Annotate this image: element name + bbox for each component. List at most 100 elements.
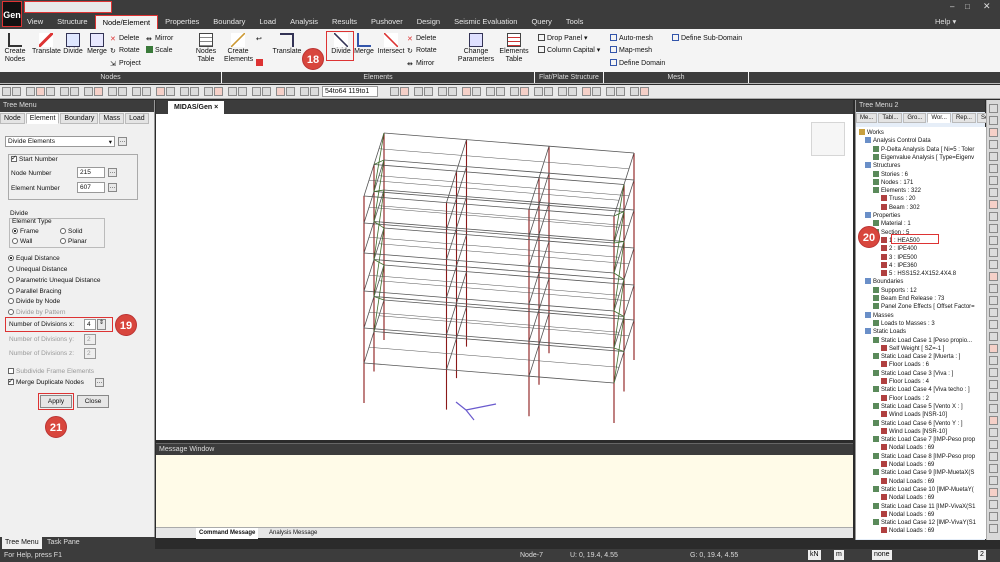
toolbar-button[interactable] xyxy=(60,87,69,96)
menu-tools[interactable]: Tools xyxy=(559,15,591,29)
frame-radio[interactable]: Frame xyxy=(12,228,39,235)
filter-select[interactable]: none xyxy=(872,550,892,560)
toolbar-button[interactable] xyxy=(424,87,433,96)
tree-item[interactable]: Loads to Masses : 3 xyxy=(873,319,935,327)
tree-item[interactable]: Beam : 302 xyxy=(881,203,920,211)
rotate-nodes-button[interactable]: ↻ Rotate xyxy=(110,46,140,55)
vertical-toolbar-button[interactable] xyxy=(989,176,998,185)
vertical-toolbar-button[interactable] xyxy=(989,104,998,113)
beam-element[interactable] xyxy=(538,177,625,185)
toolbar-button[interactable] xyxy=(462,87,471,96)
tree-item[interactable]: Static Load Case 5 [Vento X : ] xyxy=(873,402,963,410)
secondary-beam[interactable] xyxy=(451,318,535,326)
secondary-beam[interactable] xyxy=(461,322,545,330)
tree-item[interactable]: Boundaries xyxy=(865,278,903,285)
toolbar-button[interactable] xyxy=(390,87,399,96)
divisions-x-spinner[interactable]: ⇕ xyxy=(97,319,106,330)
parametric-distance-radio[interactable]: Parametric Unequal Distance xyxy=(8,277,101,284)
vertical-toolbar-button[interactable] xyxy=(989,188,998,197)
vertical-toolbar-button[interactable] xyxy=(989,392,998,401)
tab-load[interactable]: Load xyxy=(125,113,149,124)
tree-item[interactable]: Static Load Case 2 [Muerta : ] xyxy=(873,353,960,360)
create-elements-button[interactable]: Create Elements xyxy=(224,33,253,64)
axis-x-icon[interactable] xyxy=(465,403,497,411)
model-viewport[interactable] xyxy=(156,100,853,440)
beam-element[interactable] xyxy=(548,172,635,181)
beam-element[interactable] xyxy=(383,227,467,235)
drop-panel-button[interactable]: Drop Panel ▾ xyxy=(538,34,588,43)
secondary-beam[interactable] xyxy=(461,250,545,258)
beam-element[interactable] xyxy=(373,164,457,172)
beam-element[interactable] xyxy=(363,362,447,370)
tree-item[interactable]: Analysis Control Data xyxy=(865,137,931,144)
translate-nodes-button[interactable]: Translate xyxy=(32,33,61,56)
tree-item[interactable]: Static Loads xyxy=(865,328,906,335)
rotate-elements-button[interactable]: ↻ Rotate xyxy=(407,46,437,55)
define-domain-button[interactable]: Define Domain xyxy=(610,59,665,68)
vertical-toolbar-button[interactable] xyxy=(989,236,998,245)
tab-menu[interactable]: Me... xyxy=(856,113,878,123)
beam-element[interactable] xyxy=(548,145,635,154)
force-unit-select[interactable]: kN xyxy=(808,550,821,560)
toolbar-button[interactable] xyxy=(558,87,567,96)
brace-element[interactable] xyxy=(373,264,385,332)
tree-item[interactable]: Material : 1 xyxy=(873,220,911,227)
merge-elements-button[interactable]: Merge xyxy=(352,33,376,56)
tree-item[interactable]: Static Load Case 11 [IMP-VivaX(S1 xyxy=(873,502,976,510)
toolbar-button[interactable] xyxy=(414,87,423,96)
map-mesh-button[interactable]: Map-mesh xyxy=(610,46,652,55)
toolbar-button[interactable] xyxy=(252,87,261,96)
vertical-toolbar-button[interactable] xyxy=(989,296,998,305)
divisions-x-input[interactable]: 4 xyxy=(84,319,96,330)
secondary-beam[interactable] xyxy=(378,148,462,156)
element-number-input[interactable]: 607 xyxy=(77,182,105,193)
beam-element[interactable] xyxy=(528,265,615,274)
tab-reports[interactable]: Rep... xyxy=(951,113,976,123)
intersect-button[interactable]: Intersect xyxy=(376,33,406,56)
merge-options-button[interactable]: … xyxy=(95,378,104,387)
toolbar-button[interactable] xyxy=(108,87,117,96)
beam-element[interactable] xyxy=(383,159,467,167)
menu-query[interactable]: Query xyxy=(524,15,558,29)
tab-works[interactable]: Wor... xyxy=(927,113,951,123)
delete-elements-button[interactable]: ✕ Delete xyxy=(407,34,436,43)
parallel-bracing-radio[interactable]: Parallel Bracing xyxy=(8,288,62,295)
beam-element[interactable] xyxy=(446,202,530,210)
menu-results[interactable]: Results xyxy=(325,15,364,29)
column-capital-button[interactable]: Column Capital ▾ xyxy=(538,46,600,55)
tree-item[interactable]: Static Load Case 7 [IMP-Peso prop xyxy=(873,436,975,443)
brace-element[interactable] xyxy=(613,316,625,384)
vertical-toolbar-button[interactable] xyxy=(989,452,998,461)
tree-item[interactable]: Structures xyxy=(865,162,900,169)
vertical-toolbar-button[interactable] xyxy=(989,272,998,281)
tree-item[interactable]: Masses xyxy=(865,311,894,319)
toolbar-button[interactable] xyxy=(166,87,175,96)
unequal-distance-radio[interactable]: Unequal Distance xyxy=(8,266,67,273)
toolbar-button[interactable] xyxy=(472,87,481,96)
brace-element[interactable] xyxy=(613,279,625,349)
toolbar-button[interactable] xyxy=(310,87,319,96)
node-number-button[interactable]: … xyxy=(108,168,117,177)
view-cube[interactable] xyxy=(811,122,845,156)
vertical-toolbar-button[interactable] xyxy=(989,512,998,521)
menu-node-element[interactable]: Node/Element xyxy=(94,15,159,29)
toolbar-button[interactable] xyxy=(190,87,199,96)
vertical-toolbar-button[interactable] xyxy=(989,356,998,365)
toolbar-button[interactable] xyxy=(520,87,529,96)
tree-item[interactable]: Elements : 322 xyxy=(873,187,921,194)
tree-item[interactable]: Supports : 12 xyxy=(873,286,917,294)
vertical-toolbar-button[interactable] xyxy=(989,344,998,353)
tree-item[interactable]: Nodal Loads : 69 xyxy=(881,510,934,518)
nodes-table-button[interactable]: Nodes Table xyxy=(194,33,218,64)
secondary-beam[interactable] xyxy=(533,325,620,333)
beam-element[interactable] xyxy=(528,375,615,384)
solid-radio[interactable]: Solid xyxy=(60,228,82,235)
tree-item[interactable]: Floor Loads : 2 xyxy=(881,394,929,402)
secondary-beam[interactable] xyxy=(451,186,535,194)
structure-model-wireframe[interactable] xyxy=(156,100,853,440)
secondary-beam[interactable] xyxy=(368,180,452,188)
tree-item[interactable]: Works xyxy=(859,129,884,136)
toolbar-button[interactable] xyxy=(214,87,223,96)
secondary-beam[interactable] xyxy=(378,243,462,251)
vertical-toolbar-button[interactable] xyxy=(989,260,998,269)
